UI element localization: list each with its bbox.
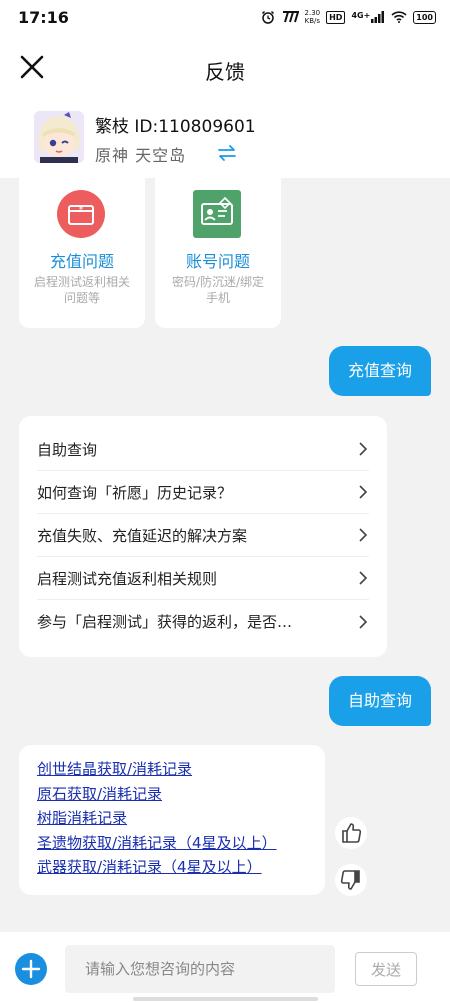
quick-menu-card: 自助查询 如何查询「祈愿」历史记录？ 充值失败、充值延迟的解决方案 启程测试充值… bbox=[19, 416, 387, 657]
status-bar: 17:16 2.30 KB/s HD 4G+ 100 bbox=[0, 0, 450, 36]
menu-item[interactable]: 参与「启程测试」获得的返利，是否… bbox=[37, 600, 369, 643]
user-message-bubble: 自助查询 bbox=[329, 676, 431, 726]
category-description: 启程测试返利相关问题等 bbox=[33, 275, 130, 305]
net-speed-unit: KB/s bbox=[304, 17, 321, 25]
attach-button[interactable] bbox=[15, 953, 47, 985]
battery-icon: 100 bbox=[413, 10, 436, 24]
record-link[interactable]: 原石获取/消耗记录 bbox=[37, 782, 307, 807]
category-cards: ¥ 充值问题 启程测试返利相关问题等 账号问题 密码/防沉迷/绑定手机 bbox=[19, 178, 289, 328]
avatar bbox=[34, 111, 84, 163]
send-button[interactable]: 发送 bbox=[355, 952, 417, 986]
profile-name-id: 繁枝 ID:110809601 bbox=[95, 117, 256, 137]
status-time: 17:16 bbox=[18, 8, 69, 27]
swap-arrows-icon bbox=[218, 145, 236, 161]
category-title: 账号问题 bbox=[185, 252, 250, 271]
record-link[interactable]: 创世结晶获取/消耗记录 bbox=[37, 757, 307, 782]
category-title: 充值问题 bbox=[49, 252, 114, 271]
profile-game-server: 原神 天空岛 bbox=[95, 146, 187, 165]
menu-item[interactable]: 如何查询「祈愿」历史记录？ bbox=[37, 471, 369, 514]
dislike-button[interactable] bbox=[335, 864, 367, 896]
character-avatar-icon bbox=[34, 111, 84, 163]
category-card-account[interactable]: 账号问题 密码/防沉迷/绑定手机 bbox=[155, 178, 281, 328]
chevron-right-icon bbox=[359, 528, 368, 542]
status-icons: 2.30 KB/s HD 4G+ 100 bbox=[261, 9, 436, 25]
net-speed-value: 2.30 bbox=[304, 9, 321, 17]
recharge-icon: ¥ bbox=[56, 189, 106, 239]
record-links-card: 创世结晶获取/消耗记录 原石获取/消耗记录 树脂消耗记录 圣遗物获取/消耗记录（… bbox=[19, 745, 325, 895]
user-message-bubble: 充值查询 bbox=[329, 346, 431, 396]
chevron-right-icon bbox=[359, 485, 368, 499]
menu-item[interactable]: 启程测试充值返利相关规则 bbox=[37, 557, 369, 600]
page-title: 反馈 bbox=[205, 60, 245, 84]
hd-badge: HD bbox=[326, 10, 346, 24]
menu-item[interactable]: 充值失败、充值延迟的解决方案 bbox=[37, 514, 369, 557]
like-button[interactable] bbox=[335, 817, 367, 849]
menu-item-label: 参与「启程测试」获得的返利，是否… bbox=[37, 613, 293, 631]
menu-item-label: 如何查询「祈愿」历史记录？ bbox=[37, 483, 233, 502]
network-type: 4G+ bbox=[351, 11, 371, 20]
alarm-icon bbox=[261, 10, 274, 24]
record-link[interactable]: 圣遗物获取/消耗记录（4星及以上） bbox=[37, 831, 307, 856]
svg-text:¥: ¥ bbox=[79, 204, 84, 212]
signal-icon bbox=[371, 11, 385, 23]
home-indicator bbox=[133, 997, 318, 1001]
cellular-signal: 4G+ bbox=[351, 11, 385, 23]
record-link[interactable]: 树脂消耗记录 bbox=[37, 806, 307, 831]
chevron-right-icon bbox=[359, 442, 368, 456]
switch-account-button[interactable] bbox=[216, 142, 238, 164]
plus-icon bbox=[21, 959, 41, 979]
thumbs-down-icon bbox=[340, 870, 360, 890]
menu-item[interactable]: 自助查询 bbox=[37, 428, 369, 471]
account-id-card-icon bbox=[192, 189, 242, 239]
thumbs-up-icon bbox=[342, 823, 362, 843]
header: 反馈 bbox=[0, 36, 450, 102]
input-bar: 发送 bbox=[0, 932, 450, 1003]
menu-item-label: 自助查询 bbox=[37, 440, 98, 459]
chevron-right-icon bbox=[359, 614, 368, 629]
wifi-icon bbox=[391, 11, 407, 23]
category-description: 密码/防沉迷/绑定手机 bbox=[171, 275, 265, 305]
chevron-right-icon bbox=[359, 571, 368, 585]
category-card-recharge[interactable]: ¥ 充值问题 启程测试返利相关问题等 bbox=[19, 178, 145, 328]
network-speed: 2.30 KB/s bbox=[305, 9, 321, 25]
message-input[interactable] bbox=[65, 945, 335, 993]
profile-section: 繁枝 ID:110809601 原神 天空岛 bbox=[0, 102, 450, 178]
menu-item-label: 充值失败、充值延迟的解决方案 bbox=[37, 526, 248, 545]
app-notification-icon bbox=[282, 11, 299, 23]
record-link[interactable]: 武器获取/消耗记录（4星及以上） bbox=[37, 855, 307, 880]
menu-item-label: 启程测试充值返利相关规则 bbox=[37, 569, 218, 588]
